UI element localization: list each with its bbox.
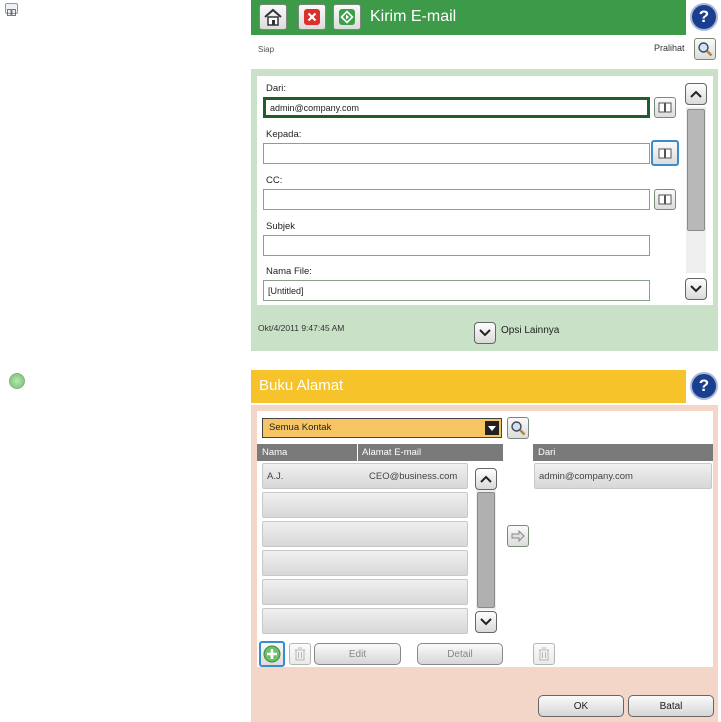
filename-field[interactable]: [Untitled] bbox=[263, 280, 650, 301]
address-book-icon bbox=[658, 194, 672, 205]
table-row[interactable]: A.J. CEO@business.com bbox=[262, 463, 468, 489]
more-options-button[interactable] bbox=[474, 322, 496, 344]
magnifier-icon bbox=[511, 421, 526, 436]
remove-from-button[interactable] bbox=[533, 643, 555, 665]
help-icon: ? bbox=[698, 376, 710, 395]
add-contact-icon bbox=[9, 373, 25, 389]
more-options-label[interactable]: Opsi Lainnya bbox=[501, 325, 559, 336]
column-header-from: Dari bbox=[538, 447, 556, 458]
detail-button[interactable]: Detail bbox=[417, 643, 503, 665]
subject-field[interactable] bbox=[263, 235, 650, 256]
from-label: Dari: bbox=[266, 83, 287, 94]
help-icon: ? bbox=[698, 7, 710, 26]
list-scrollbar-thumb[interactable] bbox=[477, 492, 495, 608]
column-divider bbox=[357, 444, 358, 461]
form-scrollbar-thumb[interactable] bbox=[687, 109, 705, 231]
start-button[interactable] bbox=[333, 4, 361, 30]
timestamp: Okt/4/2011 9:47:45 AM bbox=[258, 323, 345, 333]
from-address-book-button[interactable] bbox=[654, 97, 676, 118]
chevron-down-icon bbox=[480, 618, 492, 626]
address-book-icon bbox=[658, 148, 672, 158]
list-scrollbar-track[interactable] bbox=[476, 490, 496, 610]
from-list-item-email: admin@company.com bbox=[539, 471, 633, 482]
home-button[interactable] bbox=[259, 4, 287, 30]
ok-button[interactable]: OK bbox=[538, 695, 624, 717]
chevron-up-icon bbox=[480, 475, 492, 483]
form-scroll-down-button[interactable] bbox=[685, 278, 707, 300]
contact-email: CEO@business.com bbox=[369, 471, 458, 482]
column-header-email[interactable]: Alamat E-mail bbox=[362, 447, 421, 458]
trash-icon bbox=[539, 647, 549, 661]
add-contact-button[interactable] bbox=[259, 641, 285, 667]
stop-icon bbox=[304, 9, 320, 25]
cancel-button[interactable]: Batal bbox=[628, 695, 714, 717]
arrow-right-icon bbox=[511, 530, 525, 542]
table-row[interactable] bbox=[262, 608, 468, 634]
cc-label: CC: bbox=[266, 175, 283, 186]
status-text: Siap bbox=[258, 45, 275, 54]
form-scroll-up-button[interactable] bbox=[685, 83, 707, 105]
to-label: Kepada: bbox=[266, 129, 302, 140]
filename-label: Nama File: bbox=[266, 266, 312, 277]
trash-icon bbox=[295, 647, 305, 661]
delete-contact-button[interactable] bbox=[289, 643, 311, 665]
table-row[interactable] bbox=[262, 550, 468, 576]
add-contact-icon bbox=[263, 645, 281, 663]
preview-button[interactable] bbox=[694, 38, 716, 60]
contact-filter-dropdown[interactable]: Semua Kontak bbox=[262, 418, 502, 438]
cc-field[interactable] bbox=[263, 189, 650, 210]
dropdown-arrow-icon bbox=[485, 421, 499, 435]
home-icon bbox=[264, 8, 282, 26]
table-row[interactable] bbox=[262, 579, 468, 605]
address-book-icon bbox=[658, 102, 672, 113]
form-scrollbar-track[interactable] bbox=[686, 107, 706, 273]
help-button[interactable]: ? bbox=[690, 3, 718, 31]
address-book-icon bbox=[5, 3, 18, 16]
add-to-from-button[interactable] bbox=[507, 525, 529, 547]
column-header-name[interactable]: Nama bbox=[262, 447, 287, 458]
address-book-title: Buku Alamat bbox=[259, 377, 344, 394]
contact-name: A.J. bbox=[267, 471, 284, 482]
from-list-header bbox=[533, 444, 713, 461]
contact-filter-value: Semua Kontak bbox=[269, 422, 332, 433]
start-icon bbox=[339, 9, 355, 25]
magnifier-icon bbox=[698, 42, 713, 57]
chevron-up-icon bbox=[690, 90, 702, 98]
contact-search-button[interactable] bbox=[507, 417, 529, 439]
subject-label: Subjek bbox=[266, 221, 296, 232]
list-scroll-down-button[interactable] bbox=[475, 611, 497, 633]
cc-address-book-button[interactable] bbox=[654, 189, 676, 210]
chevron-down-icon bbox=[479, 329, 491, 337]
edit-button[interactable]: Edit bbox=[314, 643, 401, 665]
from-list-item[interactable]: admin@company.com bbox=[534, 463, 712, 489]
chevron-down-icon bbox=[690, 285, 702, 293]
list-scroll-up-button[interactable] bbox=[475, 468, 497, 490]
table-row[interactable] bbox=[262, 521, 468, 547]
address-book-help-button[interactable]: ? bbox=[690, 372, 718, 400]
stop-button[interactable] bbox=[298, 4, 326, 30]
to-field[interactable] bbox=[263, 143, 650, 164]
to-address-book-button[interactable] bbox=[651, 140, 679, 166]
preview-label: Pralihat bbox=[654, 43, 685, 53]
send-email-title: Kirim E-mail bbox=[370, 8, 457, 25]
from-field[interactable]: admin@company.com bbox=[263, 97, 650, 118]
table-row[interactable] bbox=[262, 492, 468, 518]
